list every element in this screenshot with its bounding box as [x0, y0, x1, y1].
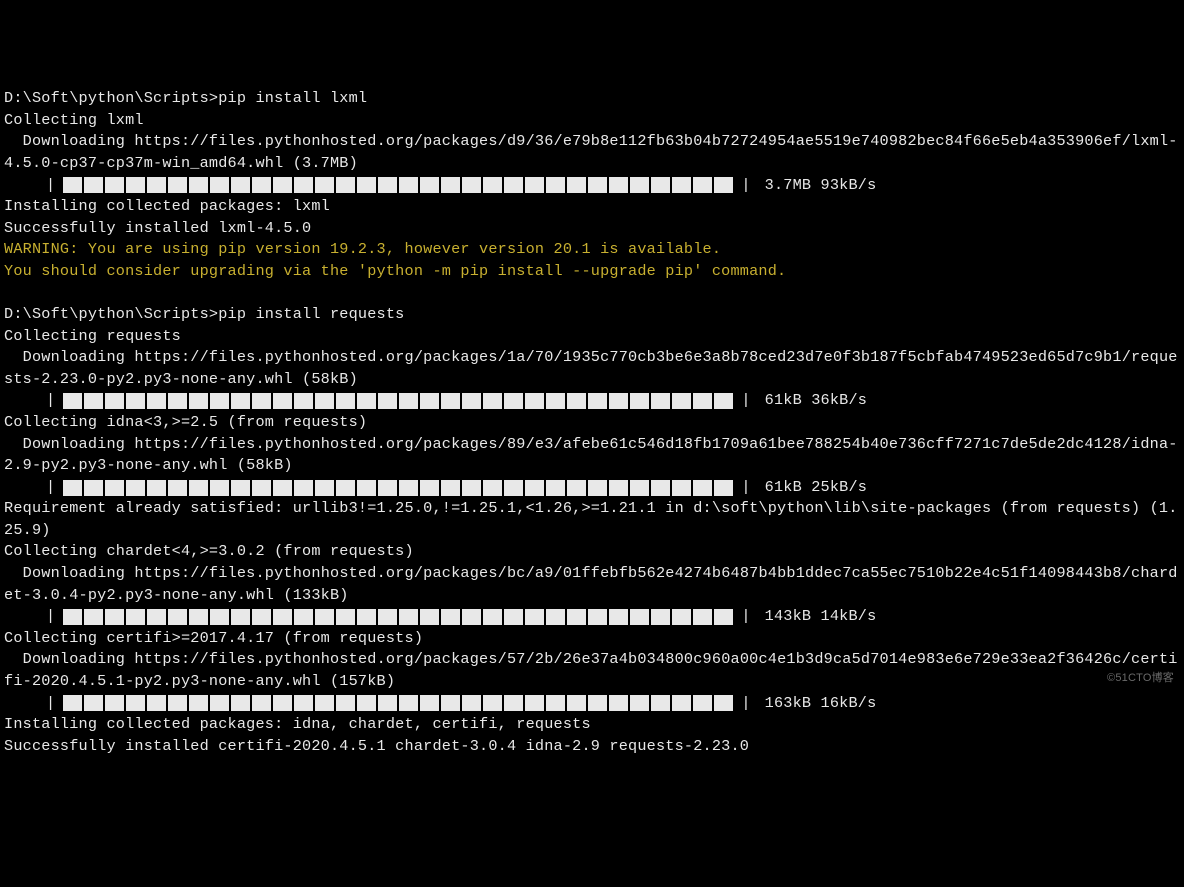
terminal-line: Installing collected packages: idna, cha…: [4, 714, 1180, 736]
terminal-line: Downloading https://files.pythonhosted.o…: [4, 131, 1180, 174]
progress-delim-left: |: [44, 175, 57, 197]
progress-segments: [63, 609, 733, 625]
terminal-line: Downloading https://files.pythonhosted.o…: [4, 649, 1180, 692]
progress-delim-left: |: [44, 693, 57, 715]
progress-segments: [63, 695, 733, 711]
terminal-line: Downloading https://files.pythonhosted.o…: [4, 434, 1180, 477]
progress-delim-left: |: [44, 477, 57, 499]
terminal-line: D:\Soft\python\Scripts>pip install reque…: [4, 304, 1180, 326]
progress-stat: 61kB 36kB/s: [759, 390, 867, 412]
terminal-line: Successfully installed certifi-2020.4.5.…: [4, 736, 1180, 758]
terminal-line: [4, 283, 1180, 305]
progress-delim-right: |: [739, 606, 752, 628]
terminal-warning-line: You should consider upgrading via the 'p…: [4, 261, 1180, 283]
terminal-line: Collecting requests: [4, 326, 1180, 348]
progress-stat: 61kB 25kB/s: [759, 477, 867, 499]
progress-stat: 3.7MB 93kB/s: [759, 175, 877, 197]
progress-segments: [63, 480, 733, 496]
terminal-warning-line: WARNING: You are using pip version 19.2.…: [4, 239, 1180, 261]
progress-bar: | | 61kB 36kB/s: [4, 390, 1180, 412]
terminal-line: Collecting idna<3,>=2.5 (from requests): [4, 412, 1180, 434]
terminal-line: Requirement already satisfied: urllib3!=…: [4, 498, 1180, 541]
terminal-line: Downloading https://files.pythonhosted.o…: [4, 563, 1180, 606]
progress-segments: [63, 177, 733, 193]
terminal-line: Collecting lxml: [4, 110, 1180, 132]
progress-bar: | | 143kB 14kB/s: [4, 606, 1180, 628]
terminal-line: Successfully installed lxml-4.5.0: [4, 218, 1180, 240]
progress-delim-left: |: [44, 606, 57, 628]
progress-delim-right: |: [739, 477, 752, 499]
terminal-line: Collecting chardet<4,>=3.0.2 (from reque…: [4, 541, 1180, 563]
terminal-line: Collecting certifi>=2017.4.17 (from requ…: [4, 628, 1180, 650]
progress-bar: | | 3.7MB 93kB/s: [4, 175, 1180, 197]
progress-bar: | | 163kB 16kB/s: [4, 693, 1180, 715]
terminal-line: D:\Soft\python\Scripts>pip install lxml: [4, 88, 1180, 110]
progress-delim-right: |: [739, 175, 752, 197]
progress-stat: 163kB 16kB/s: [759, 693, 877, 715]
progress-segments: [63, 393, 733, 409]
terminal-output: D:\Soft\python\Scripts>pip install lxmlC…: [4, 88, 1180, 757]
terminal-line: Installing collected packages: lxml: [4, 196, 1180, 218]
progress-bar: | | 61kB 25kB/s: [4, 477, 1180, 499]
progress-stat: 143kB 14kB/s: [759, 606, 877, 628]
progress-delim-right: |: [739, 693, 752, 715]
terminal-line: Downloading https://files.pythonhosted.o…: [4, 347, 1180, 390]
progress-delim-left: |: [44, 390, 57, 412]
watermark: ©51CTO博客: [1107, 671, 1174, 687]
progress-delim-right: |: [739, 390, 752, 412]
